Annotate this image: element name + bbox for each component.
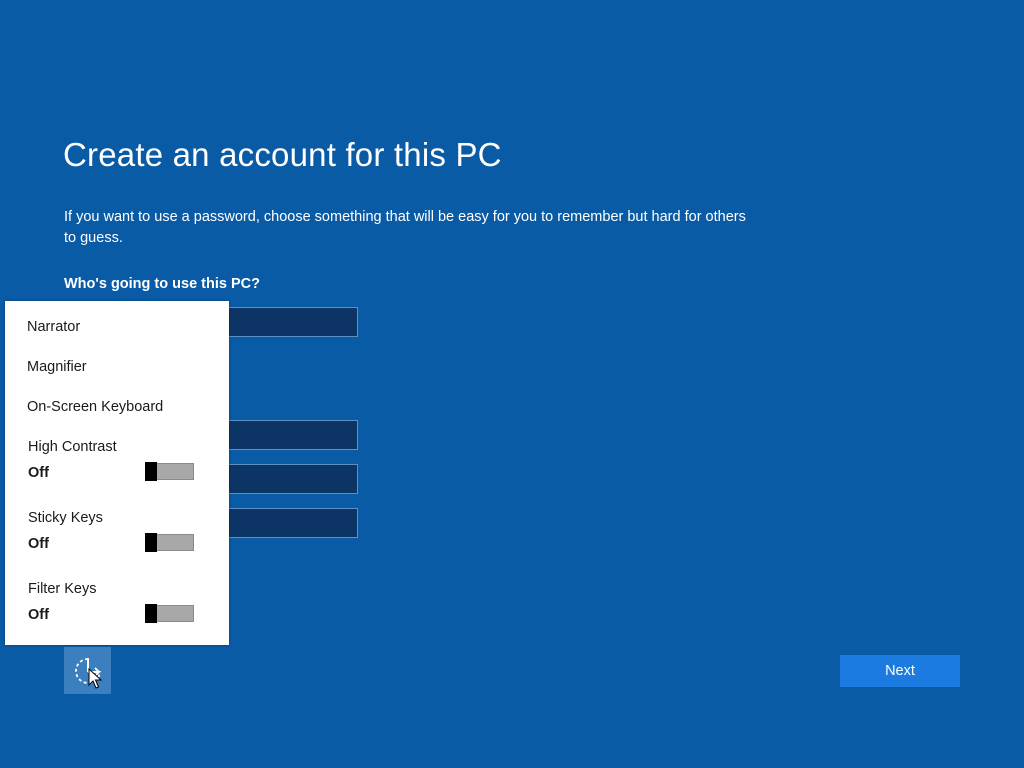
ease-of-access-menu: Narrator Magnifier On-Screen Keyboard Hi… [5,301,229,645]
high-contrast-state: Off [28,465,49,481]
sticky-keys-label: Sticky Keys [28,510,103,526]
page-description: If you want to use a password, choose so… [64,209,746,246]
menu-item-magnifier[interactable]: Magnifier [27,359,87,375]
toggle-knob [145,604,157,623]
sticky-keys-state: Off [28,536,49,552]
high-contrast-label: High Contrast [28,439,117,455]
filter-keys-toggle-group: Filter Keys Off [28,581,218,641]
filter-keys-state: Off [28,607,49,623]
high-contrast-toggle-group: High Contrast Off [28,439,218,499]
sticky-keys-toggle[interactable] [145,533,194,552]
page-title: Create an account for this PC [63,136,502,173]
high-contrast-toggle[interactable] [145,462,194,481]
filter-keys-label: Filter Keys [28,581,97,597]
menu-item-on-screen-keyboard[interactable]: On-Screen Keyboard [27,399,163,415]
mouse-cursor-icon [88,668,102,689]
next-button[interactable]: Next [840,655,960,687]
menu-item-narrator[interactable]: Narrator [27,319,80,335]
sticky-keys-toggle-group: Sticky Keys Off [28,510,218,570]
filter-keys-toggle[interactable] [145,604,194,623]
toggle-knob [145,533,157,552]
toggle-knob [145,462,157,481]
who-label: Who's going to use this PC? [64,276,260,292]
